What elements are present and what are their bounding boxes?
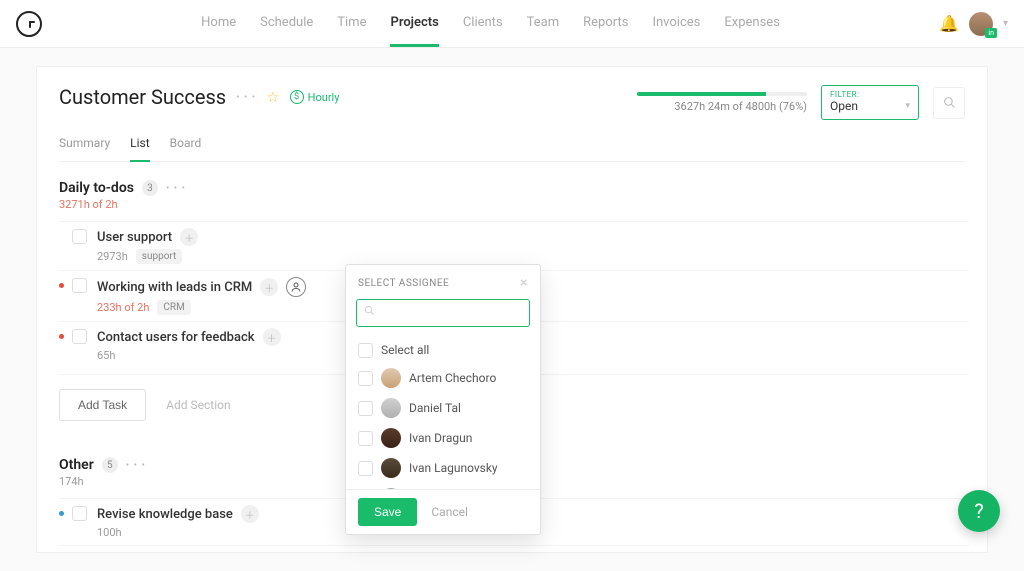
checkbox[interactable] bbox=[358, 401, 373, 416]
avatar-icon bbox=[381, 428, 401, 448]
checkbox[interactable] bbox=[358, 461, 373, 476]
filter-value: Open bbox=[830, 99, 858, 113]
nav-link-reports[interactable]: Reports bbox=[583, 1, 628, 47]
avatar-icon bbox=[381, 398, 401, 418]
assignee-search-input[interactable] bbox=[356, 299, 530, 327]
nav-link-invoices[interactable]: Invoices bbox=[652, 1, 700, 47]
task-title: Revise knowledge base bbox=[97, 507, 233, 522]
priority-dot bbox=[59, 511, 64, 516]
task-row[interactable]: User support ＋ 2973hsupport bbox=[59, 221, 969, 270]
chevron-down-icon[interactable]: ▾ bbox=[1003, 18, 1008, 29]
dollar-icon: $ bbox=[290, 90, 304, 104]
task-add-icon[interactable]: ＋ bbox=[263, 328, 281, 346]
progress-fill bbox=[637, 92, 766, 96]
assignee-item[interactable]: Artem Chechoro bbox=[346, 363, 540, 393]
search-icon bbox=[943, 96, 956, 109]
subtab-summary[interactable]: Summary bbox=[59, 128, 110, 161]
priority-dot bbox=[59, 334, 64, 339]
task-checkbox[interactable] bbox=[72, 506, 87, 521]
close-icon[interactable]: × bbox=[520, 275, 528, 291]
filter-dropdown[interactable]: FILTER: Open ▾ bbox=[821, 85, 919, 120]
section-count: 5 bbox=[102, 457, 118, 473]
task-tag[interactable]: support bbox=[136, 249, 183, 264]
task-title: Working with leads in CRM bbox=[97, 280, 252, 295]
project-header: Customer Success • • • ☆ $ Hourly 3627h … bbox=[59, 85, 965, 120]
task-title: User support bbox=[97, 230, 172, 245]
subtab-board[interactable]: Board bbox=[170, 128, 202, 161]
billing-badge: $ Hourly bbox=[290, 90, 340, 104]
nav-link-expenses[interactable]: Expenses bbox=[724, 1, 780, 47]
project-more-button[interactable]: • • • bbox=[236, 92, 256, 103]
nav-link-home[interactable]: Home bbox=[201, 1, 236, 47]
section-count: 3 bbox=[142, 180, 158, 196]
nav-links: Home Schedule Time Projects Clients Team Repor… bbox=[42, 1, 939, 47]
task-meta: 2973hsupport bbox=[97, 249, 969, 264]
section-meta: 3271h of 2h bbox=[59, 198, 969, 211]
progress-widget: 3627h 24m of 4800h (76%) bbox=[637, 92, 807, 113]
help-button[interactable]: ? bbox=[958, 490, 1000, 532]
progress-text: 3627h 24m of 4800h (76%) bbox=[674, 100, 807, 113]
assignee-name: Artem Chechoro bbox=[409, 371, 496, 385]
cancel-button[interactable]: Cancel bbox=[431, 505, 468, 519]
progress-bar bbox=[637, 92, 807, 96]
chevron-down-icon: ▾ bbox=[905, 101, 910, 111]
notification-icon[interactable]: 🔔 bbox=[939, 14, 959, 33]
assignee-name: Ivan Lagunovsky bbox=[409, 461, 498, 475]
topbar: Home Schedule Time Projects Clients Team Repor… bbox=[0, 0, 1024, 48]
user-menu[interactable]: in bbox=[969, 12, 993, 36]
assignee-popup: SELECT ASSIGNEE × Select all Artem Checho… bbox=[345, 264, 541, 535]
section-title: Daily to-dos bbox=[59, 180, 134, 196]
task-add-icon[interactable]: ＋ bbox=[241, 505, 259, 523]
task-row[interactable]: Contact customers with failed＋6h 40m bbox=[59, 545, 969, 552]
nav-link-team[interactable]: Team bbox=[527, 1, 560, 47]
assignee-list: Select all Artem Chechoro Daniel Tal Ivan D… bbox=[346, 335, 540, 489]
section-title: Other bbox=[59, 457, 94, 473]
star-icon[interactable]: ☆ bbox=[266, 88, 279, 106]
task-add-icon[interactable]: ＋ bbox=[180, 228, 198, 246]
presence-badge: in bbox=[985, 28, 997, 38]
avatar-icon bbox=[381, 368, 401, 388]
nav-link-time[interactable]: Time bbox=[337, 1, 366, 47]
task-checkbox[interactable] bbox=[72, 329, 87, 344]
assignee-item[interactable]: Ivan Dragun bbox=[346, 423, 540, 453]
select-all-label: Select all bbox=[381, 343, 429, 357]
save-button[interactable]: Save bbox=[358, 498, 417, 526]
checkbox[interactable] bbox=[358, 371, 373, 386]
project-title: Customer Success bbox=[59, 85, 226, 109]
subtab-list[interactable]: List bbox=[130, 128, 150, 162]
assignee-item[interactable]: Daniel Tal bbox=[346, 393, 540, 423]
assignee-name: Ivan Dragun bbox=[409, 431, 472, 445]
nav-right: 🔔 in ▾ bbox=[939, 12, 1008, 36]
task-add-icon[interactable]: ＋ bbox=[260, 278, 278, 296]
nav-link-projects[interactable]: Projects bbox=[390, 1, 438, 47]
select-all-item[interactable]: Select all bbox=[346, 337, 540, 363]
assignee-item[interactable]: Ivan Lagunovsky bbox=[346, 453, 540, 483]
app-logo[interactable] bbox=[16, 11, 42, 37]
section-more-button[interactable]: • • • bbox=[126, 460, 146, 471]
checkbox[interactable] bbox=[358, 431, 373, 446]
checkbox[interactable] bbox=[358, 343, 373, 358]
subtabs: Summary List Board bbox=[59, 128, 965, 162]
priority-dot bbox=[59, 283, 64, 288]
add-section-button[interactable]: Add Section bbox=[166, 398, 230, 412]
section-more-button[interactable]: • • • bbox=[166, 183, 186, 194]
task-checkbox[interactable] bbox=[72, 278, 87, 293]
avatar-icon bbox=[381, 458, 401, 478]
task-title: Contact users for feedback bbox=[97, 330, 255, 345]
task-checkbox[interactable] bbox=[72, 229, 87, 244]
filter-label: FILTER: bbox=[830, 90, 910, 99]
assignee-name: Daniel Tal bbox=[409, 401, 461, 415]
search-icon bbox=[364, 305, 375, 319]
search-button[interactable] bbox=[933, 87, 965, 119]
popup-title: SELECT ASSIGNEE bbox=[358, 278, 449, 289]
nav-link-schedule[interactable]: Schedule bbox=[260, 1, 313, 47]
add-task-button[interactable]: Add Task bbox=[59, 389, 146, 421]
task-tag[interactable]: CRM bbox=[157, 300, 190, 315]
assignee-icon[interactable] bbox=[286, 277, 306, 297]
billing-label: Hourly bbox=[308, 91, 340, 104]
nav-link-clients[interactable]: Clients bbox=[463, 1, 503, 47]
